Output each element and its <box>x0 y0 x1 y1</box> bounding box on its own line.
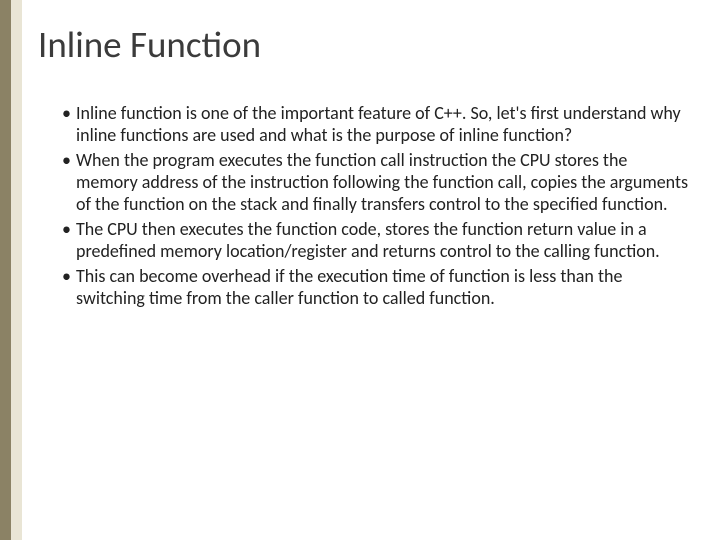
list-item: This can become overhead if the executio… <box>62 266 690 310</box>
list-item: The CPU then executes the function code,… <box>62 219 690 263</box>
list-item: Inline function is one of the important … <box>62 103 690 147</box>
slide-title: Inline Function <box>38 22 690 67</box>
slide-content: Inline Function Inline function is one o… <box>38 22 690 510</box>
accent-bar-inner <box>11 0 22 540</box>
bullet-list: Inline function is one of the important … <box>62 103 690 310</box>
list-item: When the program executes the function c… <box>62 150 690 216</box>
slide-body: Inline function is one of the important … <box>38 103 690 310</box>
